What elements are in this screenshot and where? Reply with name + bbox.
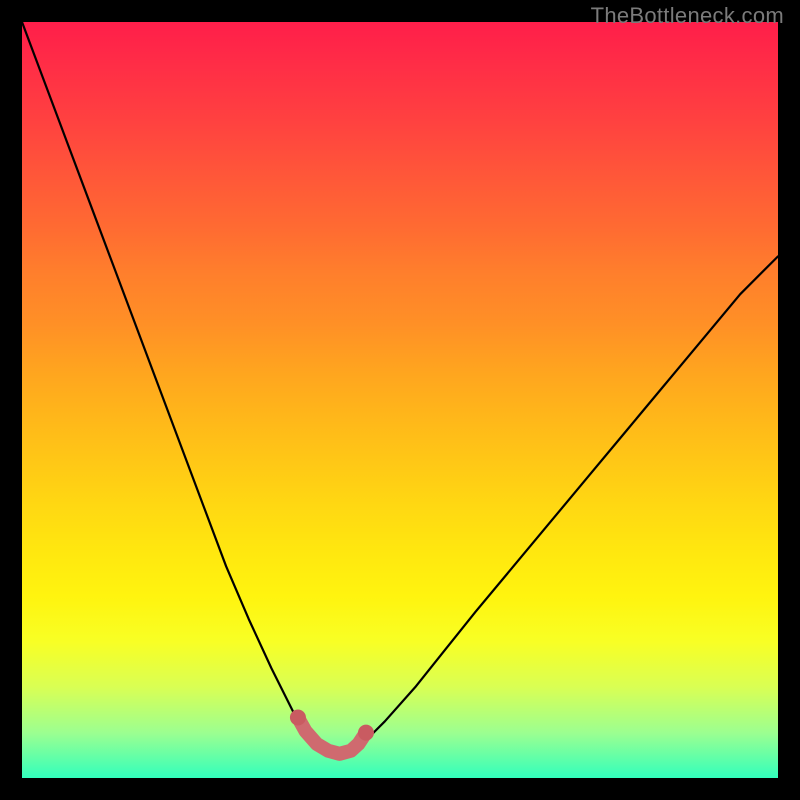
chart-frame: TheBottleneck.com: [0, 0, 800, 800]
plot-area: [22, 22, 778, 778]
watermark-text: TheBottleneck.com: [591, 3, 784, 29]
marker-endpoint-dot: [358, 725, 374, 741]
optimal-range-marker: [298, 718, 366, 754]
marker-endpoint-dot: [290, 710, 306, 726]
bottleneck-curve: [22, 22, 778, 754]
chart-overlay: [22, 22, 778, 778]
